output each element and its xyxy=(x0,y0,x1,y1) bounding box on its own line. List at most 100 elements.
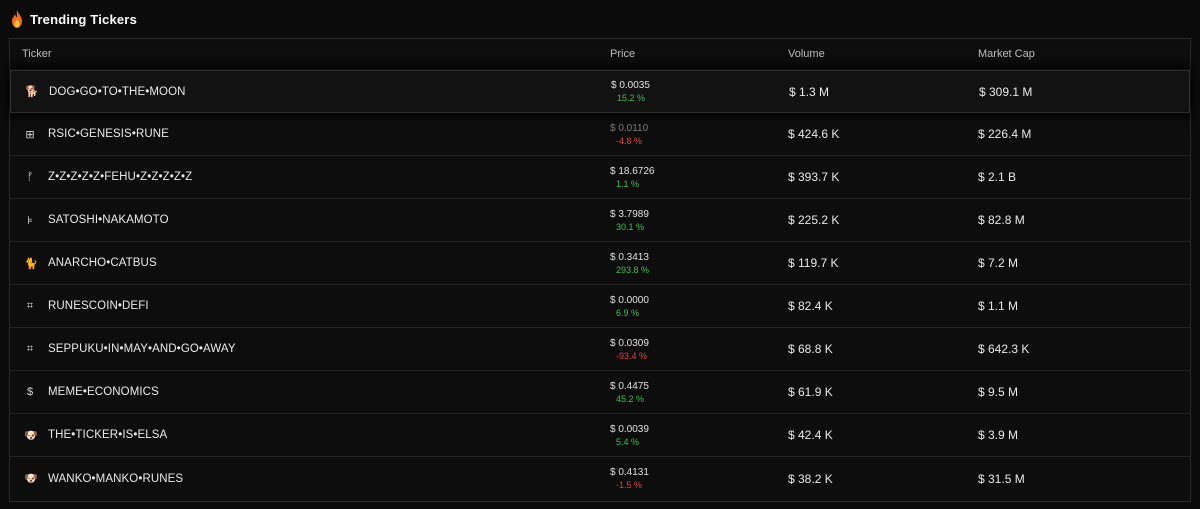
volume-cell: $ 42.4 K xyxy=(788,428,833,442)
ticker-cell: 🐈 ANARCHO•CATBUS xyxy=(10,257,598,270)
price-change: 15.2 % xyxy=(617,93,646,103)
dog-icon: 🐕 xyxy=(25,86,39,98)
volume-cell: $ 1.3 M xyxy=(789,84,830,99)
volume-cell: $ 119.7 K xyxy=(788,256,839,270)
satoshi-icon: ⊧ xyxy=(27,214,33,227)
price-change: 30.1 % xyxy=(616,221,645,232)
price-change: -93.4 % xyxy=(616,350,648,361)
column-header-ticker[interactable]: Ticker xyxy=(10,48,598,60)
rune-icon: ⌗ xyxy=(26,299,34,312)
market-cap-cell: $ 226.4 M xyxy=(978,127,1032,141)
price-change: 293.8 % xyxy=(616,264,650,275)
table-row[interactable]: 🐶 WANKO•MANKO•RUNES $ 0.4131 -1.5 % $ 38… xyxy=(10,457,1190,500)
table-row[interactable]: ⌗ SEPPUKU•IN•MAY•AND•GO•AWAY $ 0.0309 -9… xyxy=(10,328,1190,371)
market-cap-cell: $ 642.3 K xyxy=(978,342,1030,356)
price-cell: $ 0.0309 -93.4 % xyxy=(598,338,776,361)
volume-cell: $ 225.2 K xyxy=(788,213,840,227)
price-value: $ 0.0309 xyxy=(610,337,649,349)
ticker-name[interactable]: SEPPUKU•IN•MAY•AND•GO•AWAY xyxy=(48,343,236,355)
price-value: $ 0.3413 xyxy=(610,251,649,263)
market-cap-cell: $ 3.9 M xyxy=(978,428,1019,442)
price-value: $ 18.6726 xyxy=(610,165,655,177)
column-header-market-cap[interactable]: Market Cap xyxy=(966,48,1190,60)
volume-cell: $ 68.8 K xyxy=(788,342,833,356)
ticker-cell: ⊧ SATOSHI•NAKAMOTO xyxy=(10,214,598,227)
ticker-cell: ⌗ RUNESCOIN•DEFI xyxy=(10,300,598,313)
price-cell: $ 3.7989 30.1 % xyxy=(598,209,776,232)
dog-face-icon: 🐶 xyxy=(24,473,38,485)
ticker-cell: ⌗ SEPPUKU•IN•MAY•AND•GO•AWAY xyxy=(10,343,598,356)
table-row[interactable]: 🐕 DOG•GO•TO•THE•MOON $ 0.0035 15.2 % $ 1… xyxy=(10,70,1190,113)
table-row[interactable]: 🐶 THE•TICKER•IS•ELSA $ 0.0039 5.4 % $ 42… xyxy=(10,414,1190,457)
cat-icon: 🐈 xyxy=(24,257,38,270)
ticker-cell: 🐶 THE•TICKER•IS•ELSA xyxy=(10,429,598,442)
price-cell: $ 0.0035 15.2 % xyxy=(599,80,777,103)
price-cell: $ 0.0039 5.4 % xyxy=(598,424,776,447)
market-cap-cell: $ 31.5 M xyxy=(978,471,1025,486)
ticker-cell: 🐕 DOG•GO•TO•THE•MOON xyxy=(11,85,599,99)
column-header-price[interactable]: Price xyxy=(598,48,776,60)
ticker-cell: 🐶 WANKO•MANKO•RUNES xyxy=(10,472,598,486)
price-value: $ 0.0039 xyxy=(610,423,649,435)
ticker-cell: ⊞ RSIC•GENESIS•RUNE xyxy=(10,128,598,141)
table-row[interactable]: ⌗ RUNESCOIN•DEFI $ 0.0000 6.9 % $ 82.4 K… xyxy=(10,285,1190,328)
section-header: Trending Tickers xyxy=(10,8,137,30)
ticker-name[interactable]: Z•Z•Z•Z•Z•FEHU•Z•Z•Z•Z•Z xyxy=(48,171,192,183)
price-value: $ 0.4131 xyxy=(610,467,649,478)
table-row[interactable]: ⊧ SATOSHI•NAKAMOTO $ 3.7989 30.1 % $ 225… xyxy=(10,199,1190,242)
fehu-rune-icon: ᚠ xyxy=(26,171,34,183)
ticker-name[interactable]: SATOSHI•NAKAMOTO xyxy=(48,214,169,226)
market-cap-cell: $ 309.1 M xyxy=(979,84,1033,99)
dollar-icon: $ xyxy=(26,386,34,398)
market-cap-cell: $ 1.1 M xyxy=(978,299,1019,313)
price-cell: $ 0.0000 6.9 % xyxy=(598,295,776,318)
trending-tickers-table: Ticker Price Volume Market Cap 🐕 DOG•GO•… xyxy=(9,38,1191,502)
volume-cell: $ 393.7 K xyxy=(788,170,840,184)
market-cap-cell: $ 2.1 B xyxy=(978,170,1017,184)
price-change: 45.2 % xyxy=(616,393,645,404)
table-body: 🐕 DOG•GO•TO•THE•MOON $ 0.0035 15.2 % $ 1… xyxy=(10,70,1190,500)
price-change: -1.5 % xyxy=(616,480,643,490)
table-row[interactable]: ᚠ Z•Z•Z•Z•Z•FEHU•Z•Z•Z•Z•Z $ 18.6726 1.1… xyxy=(10,156,1190,199)
market-cap-cell: $ 9.5 M xyxy=(978,385,1019,399)
volume-cell: $ 424.6 K xyxy=(788,127,840,141)
price-value: $ 0.0000 xyxy=(610,294,649,306)
ticker-name[interactable]: WANKO•MANKO•RUNES xyxy=(48,473,183,485)
ticker-name[interactable]: ANARCHO•CATBUS xyxy=(48,257,157,269)
price-cell: $ 0.0110 -4.8 % xyxy=(598,123,776,146)
price-change: 6.9 % xyxy=(616,307,640,318)
volume-cell: $ 82.4 K xyxy=(788,299,833,313)
table-row[interactable]: $ MEME•ECONOMICS $ 0.4475 45.2 % $ 61.9 … xyxy=(10,371,1190,414)
page-title: Trending Tickers xyxy=(30,11,137,27)
ticker-name[interactable]: THE•TICKER•IS•ELSA xyxy=(48,429,167,441)
table-row[interactable]: ⊞ RSIC•GENESIS•RUNE $ 0.0110 -4.8 % $ 42… xyxy=(10,113,1190,156)
grid-icon: ⊞ xyxy=(25,128,35,141)
volume-cell: $ 61.9 K xyxy=(788,385,833,399)
market-cap-cell: $ 7.2 M xyxy=(978,256,1019,270)
price-cell: $ 0.4131 -1.5 % xyxy=(598,467,776,490)
price-change: 5.4 % xyxy=(616,436,640,447)
table-row[interactable]: 🐈 ANARCHO•CATBUS $ 0.3413 293.8 % $ 119.… xyxy=(10,242,1190,285)
price-cell: $ 18.6726 1.1 % xyxy=(598,166,776,189)
ticker-name[interactable]: RSIC•GENESIS•RUNE xyxy=(48,128,169,140)
rune-icon: ⌗ xyxy=(26,342,34,355)
column-header-volume[interactable]: Volume xyxy=(776,48,966,60)
ticker-cell: $ MEME•ECONOMICS xyxy=(10,386,598,398)
table-header: Ticker Price Volume Market Cap xyxy=(10,39,1190,70)
dog-face-icon: 🐶 xyxy=(24,429,38,442)
price-value: $ 0.4475 xyxy=(610,380,649,392)
price-change: -4.8 % xyxy=(616,135,643,146)
ticker-name[interactable]: MEME•ECONOMICS xyxy=(48,386,159,398)
price-value: $ 0.0110 xyxy=(610,122,649,134)
market-cap-cell: $ 82.8 M xyxy=(978,213,1025,227)
ticker-name[interactable]: DOG•GO•TO•THE•MOON xyxy=(49,86,186,98)
flame-icon xyxy=(12,10,22,28)
price-cell: $ 0.3413 293.8 % xyxy=(598,252,776,275)
price-value: $ 0.0035 xyxy=(611,80,650,91)
ticker-name[interactable]: RUNESCOIN•DEFI xyxy=(48,300,149,312)
volume-cell: $ 38.2 K xyxy=(788,471,833,486)
ticker-cell: ᚠ Z•Z•Z•Z•Z•FEHU•Z•Z•Z•Z•Z xyxy=(10,171,598,183)
price-change: 1.1 % xyxy=(616,178,640,189)
price-value: $ 3.7989 xyxy=(610,208,649,220)
price-cell: $ 0.4475 45.2 % xyxy=(598,381,776,404)
